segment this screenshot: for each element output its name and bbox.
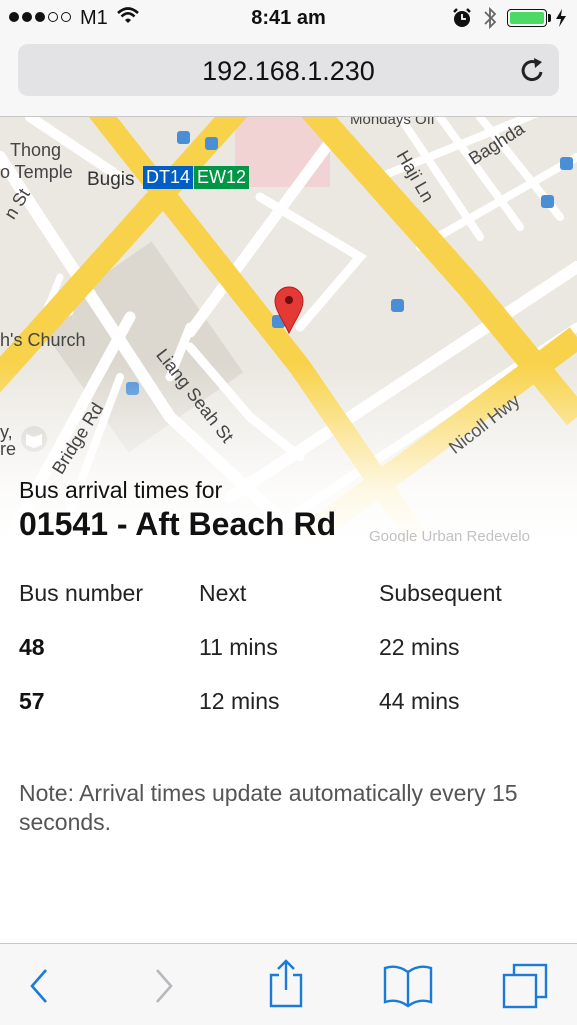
- forward-icon[interactable]: [150, 966, 178, 1006]
- bluetooth-icon: [484, 6, 497, 30]
- browser-address-area: 192.168.1.230: [0, 38, 577, 117]
- subsequent-arrival: 22 mins: [379, 634, 460, 660]
- mrt-badge-ew12: EW12: [194, 166, 250, 189]
- next-arrival: 11 mins: [199, 634, 278, 660]
- stop-title: 01541 - Aft Beach Rd: [19, 506, 337, 542]
- subsequent-arrival: 44 mins: [379, 688, 460, 714]
- map-label: h's Church: [0, 330, 86, 350]
- bus-number: 48: [19, 634, 45, 660]
- map-label-bugis: Bugis: [87, 169, 135, 190]
- back-icon[interactable]: [25, 966, 53, 1006]
- map-label: o Temple: [0, 162, 73, 182]
- url-text[interactable]: 192.168.1.230: [18, 56, 559, 87]
- status-bar: M1 8:41 am: [0, 0, 577, 38]
- tabs-icon[interactable]: [500, 961, 552, 1011]
- map-attribution[interactable]: Google Urban Redevelo: [369, 528, 530, 542]
- next-arrival: 12 mins: [199, 688, 280, 714]
- browser-toolbar: [0, 943, 577, 1025]
- column-header-next: Next: [199, 580, 247, 606]
- map-label: Mondays Off: [350, 117, 435, 128]
- bookmarks-icon[interactable]: [382, 964, 434, 1008]
- mrt-badge-dt14: DT14: [143, 166, 194, 189]
- title-prefix: Bus arrival times for: [19, 477, 223, 503]
- map-label: Thong: [10, 140, 62, 160]
- alarm-icon: [453, 8, 471, 27]
- charging-icon: [556, 9, 566, 27]
- reload-icon[interactable]: [519, 56, 547, 84]
- share-icon[interactable]: [266, 958, 306, 1010]
- update-note: Note: Arrival times update automatically…: [19, 780, 518, 835]
- battery-icon: [507, 9, 547, 27]
- map-label: re: [0, 439, 17, 459]
- bus-number: 57: [19, 688, 45, 714]
- url-bar[interactable]: 192.168.1.230: [18, 44, 559, 96]
- column-header-subsequent: Subsequent: [379, 580, 502, 606]
- column-header-bus-number: Bus number: [19, 580, 144, 606]
